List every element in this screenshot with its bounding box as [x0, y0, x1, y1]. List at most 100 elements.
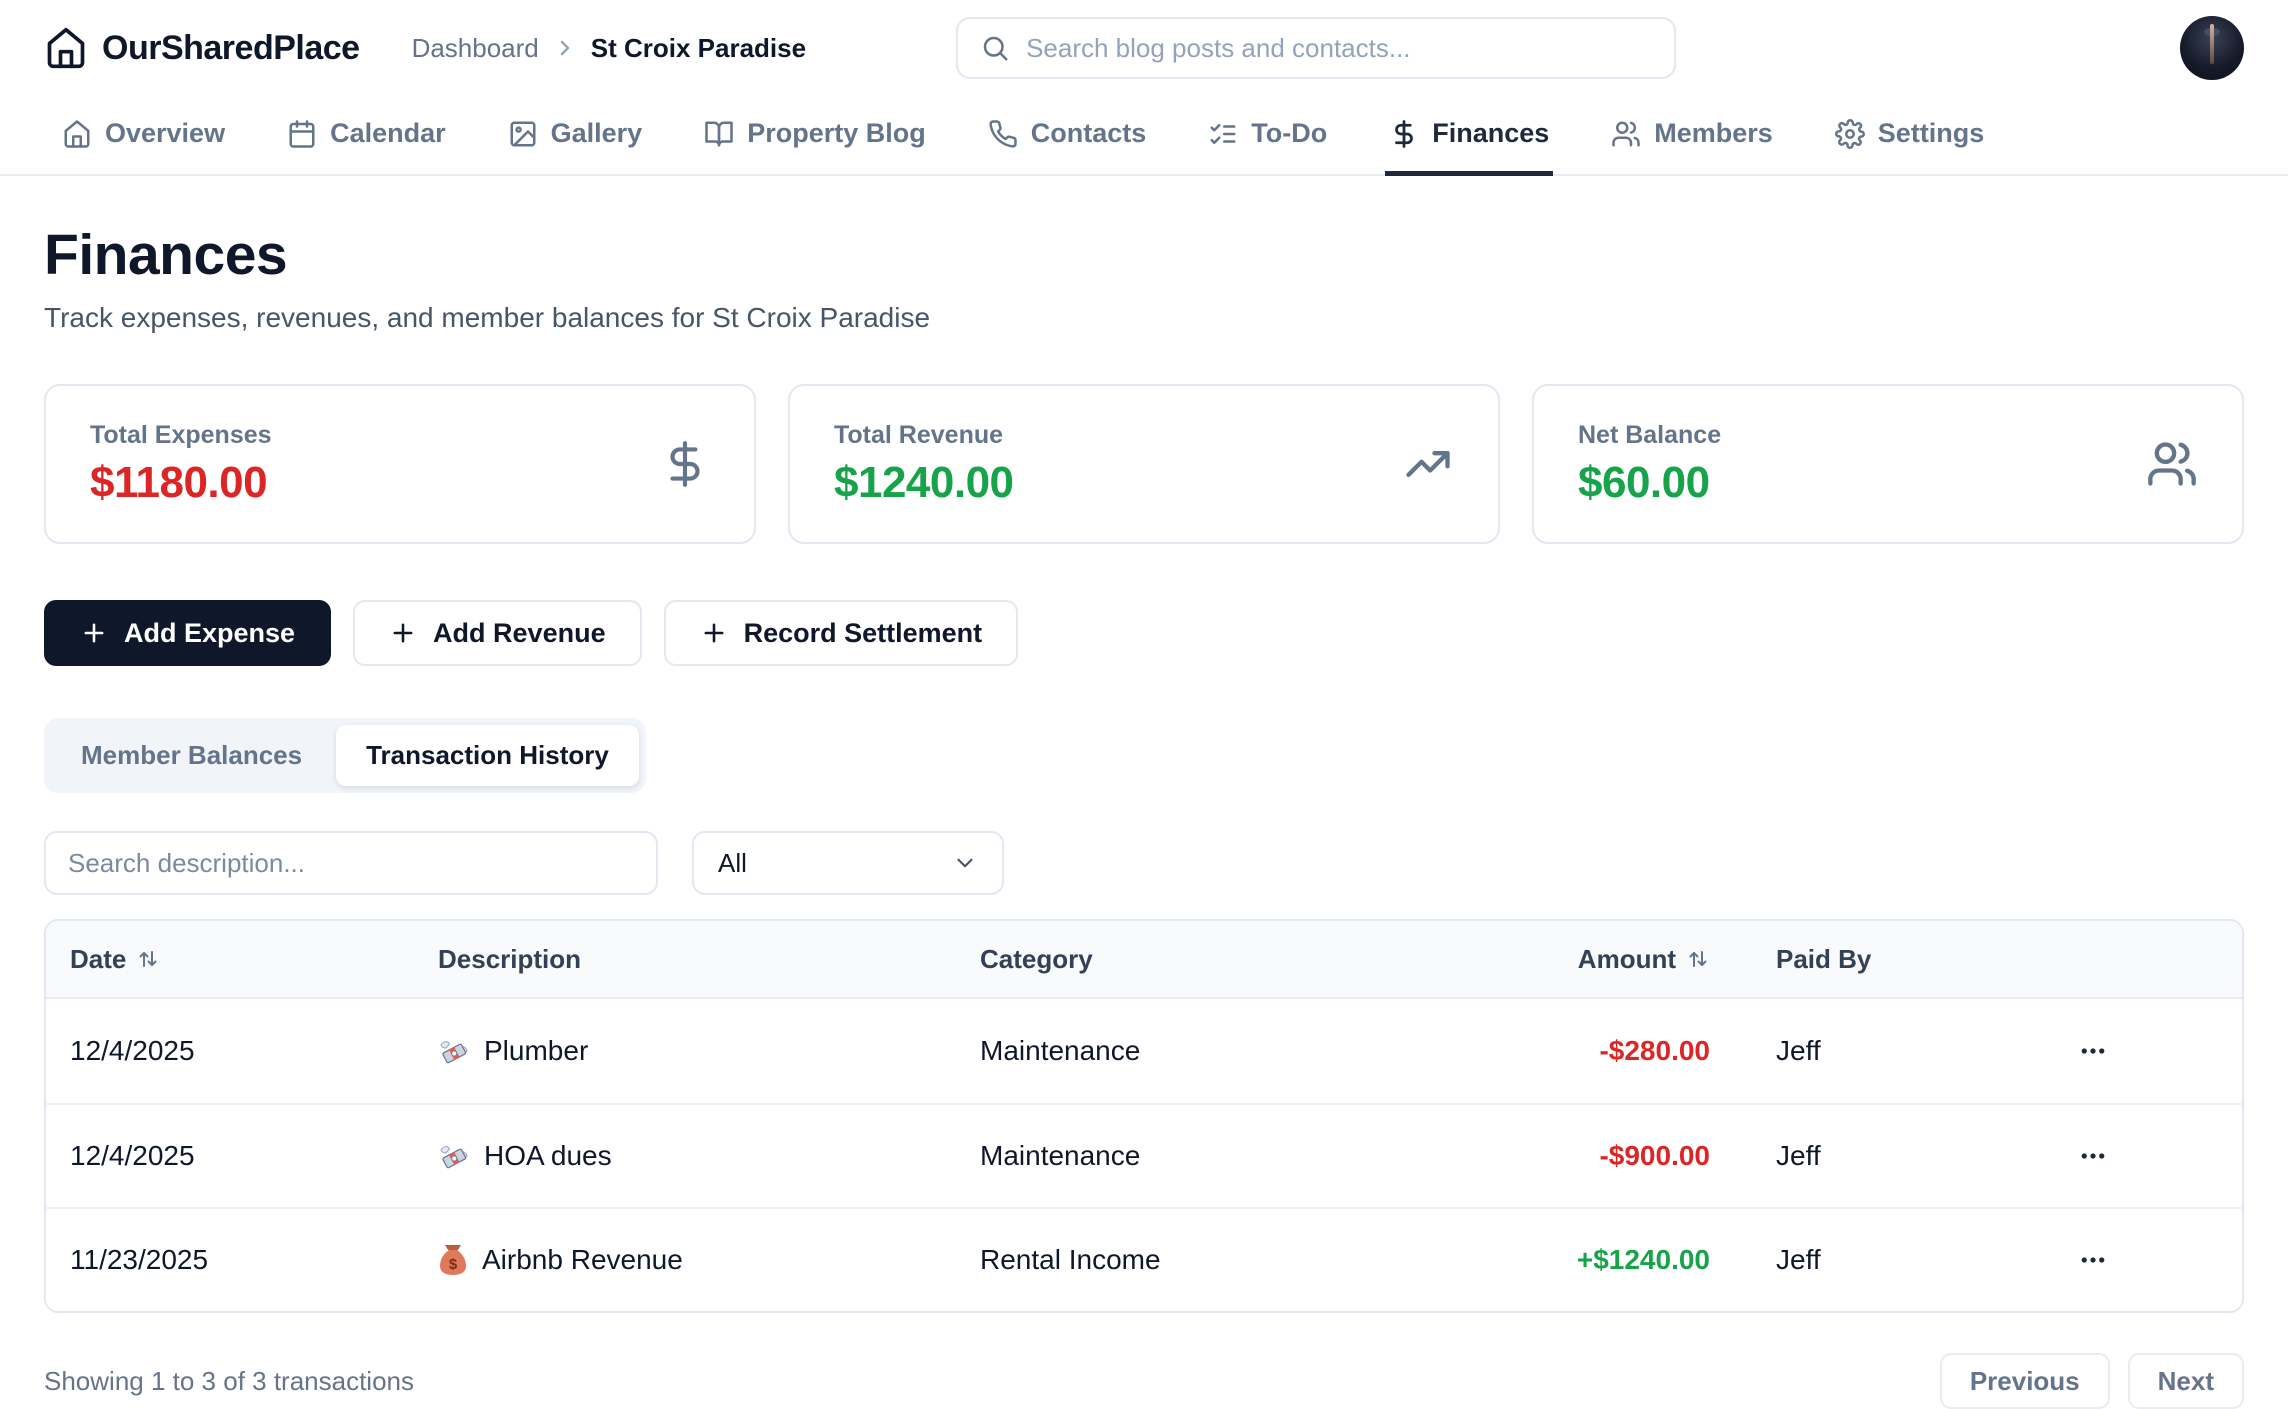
table-row: 11/23/2025 $ Airbnb Revenue Rental Incom… — [46, 1207, 2242, 1311]
money-with-wings-emoji — [438, 1035, 470, 1067]
users-icon — [2146, 438, 2198, 490]
dollar-icon — [1389, 119, 1419, 149]
net-balance-card: Net Balance $60.00 — [1532, 384, 2244, 544]
money-with-wings-emoji — [438, 1140, 470, 1172]
stat-value: $60.00 — [1578, 458, 1721, 508]
table-header-row: Date Description Category Amount Paid By — [46, 921, 2242, 999]
transaction-date: 12/4/2025 — [46, 1035, 414, 1067]
action-buttons: Add Expense Add Revenue Record Settlemen… — [44, 600, 2244, 666]
next-page-button[interactable]: Next — [2128, 1353, 2244, 1409]
book-open-icon — [704, 119, 734, 149]
table-body: 12/4/2025 Plumber Maintenance -$280.00 J… — [46, 999, 2242, 1311]
search-icon — [980, 33, 1010, 63]
nav-tab-members[interactable]: Members — [1607, 96, 1777, 176]
image-icon — [508, 119, 538, 149]
global-search — [956, 17, 1676, 79]
ellipsis-icon — [2078, 1036, 2108, 1066]
page-title: Finances — [44, 222, 2244, 288]
add-revenue-button[interactable]: Add Revenue — [353, 600, 642, 666]
row-actions-menu-button[interactable] — [2072, 1030, 2114, 1072]
transaction-description: HOA dues — [414, 1140, 956, 1172]
nav-tab-gallery[interactable]: Gallery — [504, 96, 647, 176]
stat-cards: Total Expenses $1180.00 Total Revenue $1… — [44, 384, 2244, 544]
gear-icon — [1835, 119, 1865, 149]
transaction-category: Maintenance — [956, 1140, 1336, 1172]
breadcrumb: Dashboard St Croix Paradise — [412, 33, 807, 64]
transaction-amount: -$280.00 — [1336, 1035, 1716, 1067]
ellipsis-icon — [2078, 1245, 2108, 1275]
stat-label: Total Revenue — [834, 421, 1014, 450]
svg-text:$: $ — [449, 1256, 458, 1273]
nav-tab-contacts[interactable]: Contacts — [984, 96, 1151, 176]
results-summary: Showing 1 to 3 of 3 transactions — [44, 1366, 414, 1397]
nav-tab-property-blog[interactable]: Property Blog — [700, 96, 930, 176]
plus-icon — [389, 619, 417, 647]
transaction-paid-by: Jeff — [1716, 1035, 2016, 1067]
tab-transaction-history[interactable]: Transaction History — [336, 725, 639, 786]
transaction-description: Plumber — [414, 1035, 956, 1067]
nav-tab-finances[interactable]: Finances — [1385, 96, 1553, 176]
category-filter-select[interactable]: All — [692, 831, 1004, 895]
transaction-amount: +$1240.00 — [1336, 1244, 1716, 1276]
transactions-table: Date Description Category Amount Paid By — [44, 919, 2244, 1313]
list-checks-icon — [1208, 119, 1238, 149]
breadcrumb-current: St Croix Paradise — [591, 33, 806, 64]
plus-icon — [80, 619, 108, 647]
stat-value: $1180.00 — [90, 458, 272, 508]
top-header: OurSharedPlace Dashboard St Croix Paradi… — [0, 0, 2288, 96]
main-nav: Overview Calendar Gallery Property Blog … — [0, 96, 2288, 176]
ellipsis-icon — [2078, 1141, 2108, 1171]
total-expenses-card: Total Expenses $1180.00 — [44, 384, 756, 544]
money-bag-emoji: $ — [438, 1243, 468, 1277]
stat-label: Net Balance — [1578, 421, 1721, 450]
transaction-paid-by: Jeff — [1716, 1140, 2016, 1172]
description-search-input[interactable] — [44, 831, 658, 895]
page-subtitle: Track expenses, revenues, and member bal… — [44, 302, 2244, 334]
record-settlement-button[interactable]: Record Settlement — [664, 600, 1019, 666]
column-header-amount[interactable]: Amount — [1336, 944, 1716, 975]
breadcrumb-dashboard-link[interactable]: Dashboard — [412, 33, 539, 64]
money-bag-emoji: $ — [438, 1243, 468, 1277]
filters-row: All — [44, 831, 2244, 895]
table-row: 12/4/2025 HOA dues Maintenance -$900.00 … — [46, 1103, 2242, 1207]
tab-member-balances[interactable]: Member Balances — [51, 725, 332, 786]
plus-icon — [700, 619, 728, 647]
trending-up-icon — [1402, 438, 1454, 490]
sort-icon[interactable] — [136, 947, 160, 971]
column-header-date[interactable]: Date — [46, 944, 414, 975]
calendar-icon — [287, 119, 317, 149]
stat-label: Total Expenses — [90, 421, 272, 450]
user-avatar[interactable] — [2180, 16, 2244, 80]
money-with-wings-emoji — [438, 1140, 470, 1172]
total-revenue-card: Total Revenue $1240.00 — [788, 384, 1500, 544]
column-header-category: Category — [956, 944, 1336, 975]
phone-icon — [988, 119, 1018, 149]
users-icon — [1611, 119, 1641, 149]
transaction-date: 12/4/2025 — [46, 1140, 414, 1172]
nav-tab-overview[interactable]: Overview — [58, 96, 229, 176]
row-actions-menu-button[interactable] — [2072, 1135, 2114, 1177]
table-footer: Showing 1 to 3 of 3 transactions Previou… — [44, 1353, 2244, 1409]
previous-page-button[interactable]: Previous — [1940, 1353, 2110, 1409]
home-logo-icon — [44, 26, 88, 70]
app-logo[interactable]: OurSharedPlace — [44, 26, 360, 70]
money-with-wings-emoji — [438, 1035, 470, 1067]
nav-tab-todo[interactable]: To-Do — [1204, 96, 1331, 176]
row-actions-menu-button[interactable] — [2072, 1239, 2114, 1281]
sort-icon[interactable] — [1686, 947, 1710, 971]
add-expense-button[interactable]: Add Expense — [44, 600, 331, 666]
nav-tab-settings[interactable]: Settings — [1831, 96, 1989, 176]
home-icon — [62, 119, 92, 149]
chevron-right-icon — [553, 36, 577, 60]
column-header-paid-by: Paid By — [1716, 944, 2016, 975]
table-row: 12/4/2025 Plumber Maintenance -$280.00 J… — [46, 999, 2242, 1103]
transaction-category: Maintenance — [956, 1035, 1336, 1067]
column-header-description: Description — [414, 944, 956, 975]
chevron-down-icon — [952, 850, 978, 876]
transaction-category: Rental Income — [956, 1244, 1336, 1276]
stat-value: $1240.00 — [834, 458, 1014, 508]
transaction-paid-by: Jeff — [1716, 1244, 2016, 1276]
pagination: Previous Next — [1940, 1353, 2244, 1409]
global-search-input[interactable] — [1026, 33, 1652, 64]
nav-tab-calendar[interactable]: Calendar — [283, 96, 450, 176]
